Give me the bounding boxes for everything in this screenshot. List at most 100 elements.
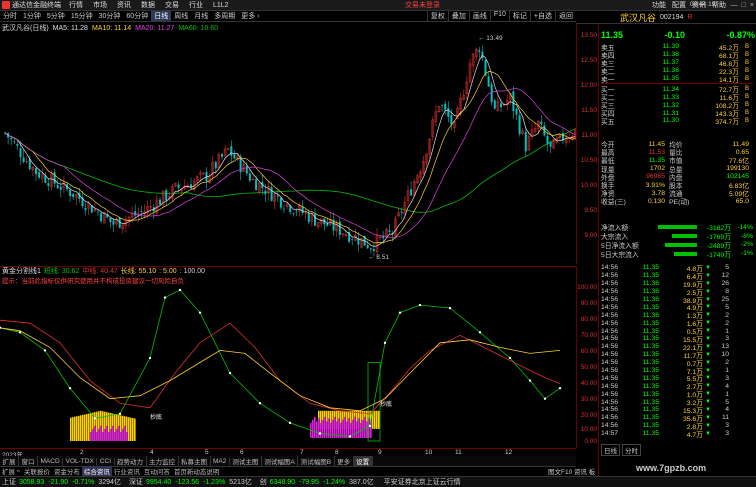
kline-chart[interactable]: ← 13.49 ← 8.51 — [0, 33, 576, 263]
cy-index-label[interactable]: 创 — [260, 477, 267, 487]
tick-price: 11.35 — [642, 319, 659, 327]
menu-market[interactable]: 市场 — [93, 0, 107, 10]
price-tick: 10.50 — [580, 157, 597, 164]
tab-expand[interactable]: 扩展 — [0, 456, 19, 466]
candle — [38, 172, 41, 178]
tab-test-b[interactable]: 测试幅图B — [298, 456, 335, 466]
tick-time: 14:56 — [601, 351, 619, 359]
period-more[interactable]: 更多 › — [238, 11, 262, 21]
ma10-line — [4, 71, 576, 244]
tab-vol-tdx[interactable]: VOL-TDX — [63, 457, 98, 465]
close-icon[interactable]: × — [750, 2, 754, 9]
candle — [351, 239, 354, 241]
menu-data[interactable]: 数据 — [141, 0, 155, 10]
tick-direction-icon: ▼ — [705, 399, 711, 406]
period-60min[interactable]: 60分钟 — [123, 11, 151, 21]
tab-ma2[interactable]: MA2 — [211, 457, 230, 465]
tab-main-monitor[interactable]: 主力监控 — [147, 456, 179, 466]
price-tick: 11.00 — [581, 132, 597, 139]
menu-industry[interactable]: 行业 — [189, 0, 203, 10]
tab-test-a[interactable]: 测试幅图A — [262, 456, 299, 466]
watermark: www.7gpzb.com — [636, 463, 707, 473]
stat-value: 11.45 — [648, 140, 665, 148]
overlay-button[interactable]: 叠加 — [447, 11, 469, 22]
stat-value: 77.6亿 — [728, 158, 749, 166]
news-qa[interactable]: 互动问答 — [142, 466, 172, 476]
tick-direction-icon: ▼ — [705, 288, 711, 295]
buy-level[interactable]: 买五 11.30 374.7万 B — [601, 117, 753, 126]
tab-window[interactable]: 窗口 — [19, 456, 38, 466]
level-flag: B — [744, 43, 749, 50]
intraday-button[interactable]: 分时 — [622, 444, 641, 456]
news-fund-distribution[interactable]: 资金分布 — [52, 466, 82, 476]
cy-index-change: -79.95 — [299, 478, 319, 486]
server-name[interactable]: 平安证券北京上证云行情 — [384, 477, 461, 487]
period-daily[interactable]: 日线 — [151, 11, 172, 21]
add-favorite-button[interactable]: +自选 — [529, 11, 555, 22]
period-15min[interactable]: 15分钟 — [68, 11, 96, 21]
period-intraday[interactable]: 分时 — [0, 11, 20, 21]
signal-bar — [322, 419, 324, 438]
adjust-button[interactable]: 复权 — [426, 11, 448, 22]
period-multi[interactable]: 多周期 — [211, 11, 238, 21]
stat-value: 3.78 — [651, 189, 665, 197]
news-updates[interactable]: 首页新动态说明 — [172, 466, 222, 476]
news-industry[interactable]: 行业资讯 — [112, 466, 142, 476]
sz-index-label[interactable]: 深证 — [129, 477, 143, 487]
daily-button[interactable]: 日线 — [601, 444, 620, 456]
tick-count: 25 — [721, 296, 729, 303]
price-change: -0.10 — [664, 29, 685, 40]
tab-cci[interactable]: CCI — [97, 457, 115, 465]
period-1min[interactable]: 1分钟 — [20, 11, 44, 21]
period-30min[interactable]: 30分钟 — [96, 11, 124, 21]
news-expand[interactable]: 扩展 ^ — [0, 466, 22, 476]
maximize-icon[interactable]: □ — [742, 2, 746, 9]
tick-price: 11.35 — [642, 359, 659, 367]
menu-l1l2[interactable]: L1L2 — [213, 2, 229, 9]
period-weekly[interactable]: 周线 — [171, 11, 191, 21]
price-tick: 13.50 — [580, 32, 597, 39]
draw-button[interactable]: 画线 — [468, 11, 490, 22]
f10-status[interactable]: 图文F10 资讯 板 — [548, 466, 595, 476]
sell-level[interactable]: 卖一 11.35 14.1万 B — [601, 75, 753, 84]
signal-bar — [88, 413, 90, 441]
level-flag: B — [744, 94, 749, 101]
minimize-icon[interactable]: — — [731, 2, 738, 9]
mark-button[interactable]: 标记 — [508, 11, 530, 22]
level-label: 买五 — [601, 118, 615, 126]
signal-bar — [132, 418, 134, 441]
level-price: 11.32 — [662, 101, 679, 109]
tab-trend-power[interactable]: 趋势动力 — [115, 456, 147, 466]
period-monthly[interactable]: 月线 — [191, 11, 211, 21]
back-button[interactable]: 返回 — [555, 11, 576, 22]
line-dot — [318, 432, 322, 435]
fund-flows: 净流入额 -3182万 -14% 大宗流入 -1769万 -8% 5日净流入额 -2489万 -… — [601, 223, 753, 259]
candle — [100, 213, 103, 222]
login-status[interactable]: 交易未登录 — [405, 0, 440, 10]
signal-bar — [104, 428, 106, 441]
signal-bar — [356, 421, 358, 438]
sh-index-label[interactable]: 上证 — [2, 477, 16, 487]
menu-config[interactable]: 配置 — [672, 0, 686, 10]
f10-button[interactable]: F10 — [489, 11, 509, 22]
line-dot — [0, 326, 2, 329]
tab-settings[interactable]: 设置 — [353, 456, 373, 466]
level-label: 卖一 — [601, 76, 615, 84]
price-tick: 12.50 — [580, 57, 597, 64]
news-related-quotes[interactable]: 关联报价 — [22, 466, 52, 476]
tab-private-main[interactable]: 私募主图 — [179, 456, 211, 466]
menu-info[interactable]: 资讯 — [117, 0, 131, 10]
signal-bar — [94, 425, 96, 441]
tab-test-main[interactable]: 测试主图 — [230, 456, 262, 466]
candle — [441, 105, 444, 107]
indicator-chart[interactable]: 抄底 抄底 — [0, 282, 576, 445]
news-general[interactable]: 综合资讯 — [81, 466, 112, 476]
menu-function[interactable]: 功能 — [652, 0, 666, 10]
menu-quotes[interactable]: 行情 — [69, 0, 83, 10]
tab-more[interactable]: 更多 — [335, 456, 354, 466]
period-5min[interactable]: 5分钟 — [44, 11, 68, 21]
tab-macd[interactable]: MACD — [38, 457, 64, 465]
menu-trade[interactable]: 交易 — [165, 0, 179, 10]
signal-bar — [324, 416, 326, 438]
signal-bar — [96, 431, 98, 441]
